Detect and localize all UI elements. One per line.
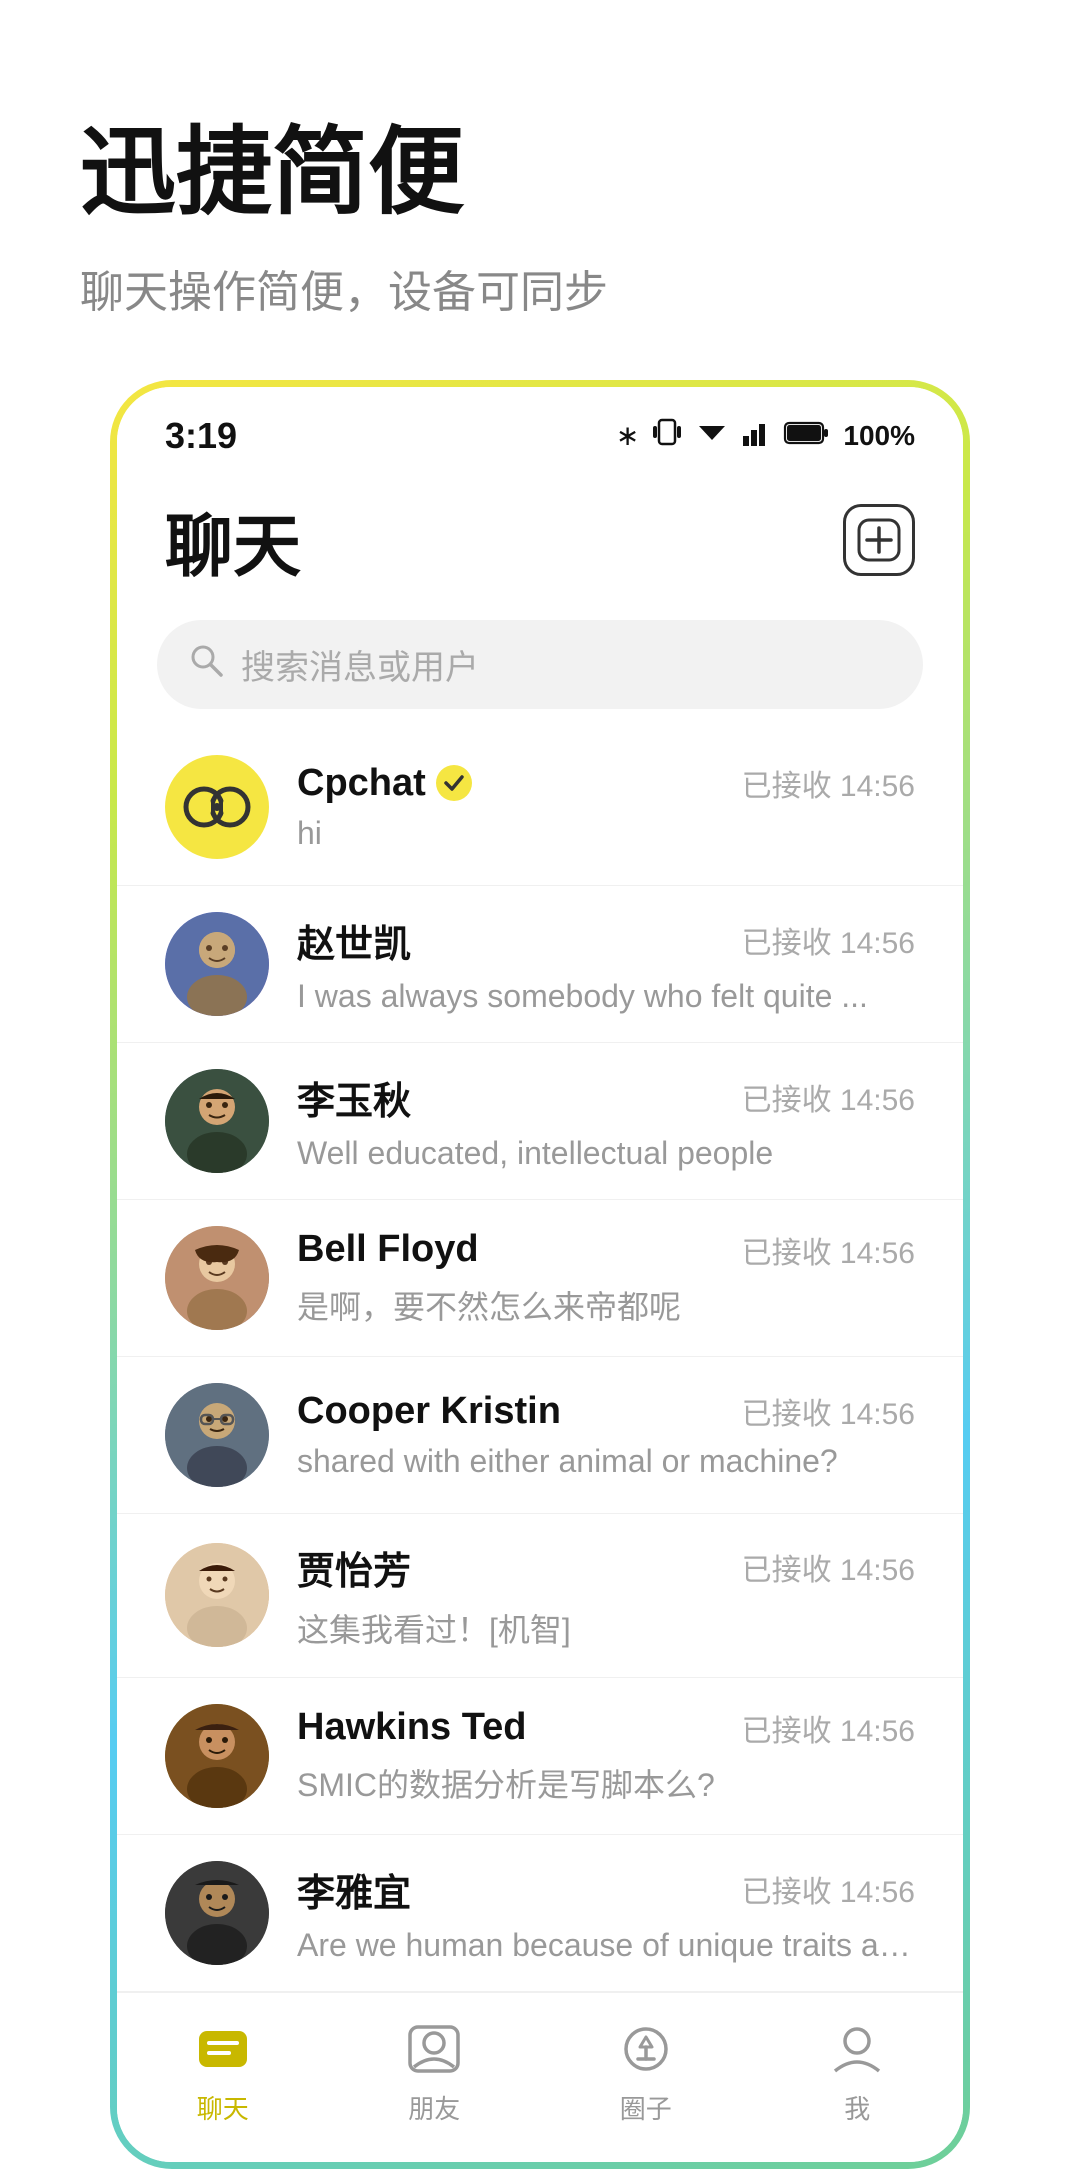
chat-item-li[interactable]: 李玉秋 已接收 14:56 Well educated, intellectua… xyxy=(117,1043,963,1200)
chat-content-hawkins: Hawkins Ted 已接收 14:56 SMIC的数据分析是写脚本么? xyxy=(297,1706,915,1806)
chat-content-bell: Bell Floyd 已接收 14:56 是啊，要不然怎么来帝都呢 xyxy=(297,1228,915,1328)
chat-item-cpchat[interactable]: Cpchat 已接收 14:56 hi xyxy=(117,729,963,886)
status-bar: 3:19 ∗ xyxy=(117,387,963,467)
chat-preview-liya: Are we human because of unique traits an… xyxy=(297,1927,915,1964)
chat-list: Cpchat 已接收 14:56 hi xyxy=(117,729,963,1992)
nav-label-chat: 聊天 xyxy=(197,2089,249,2126)
avatar-hawkins xyxy=(165,1704,269,1808)
chat-time-bell: 已接收 14:56 xyxy=(742,1228,915,1272)
chat-preview-li: Well educated, intellectual people xyxy=(297,1135,915,1172)
search-bar[interactable]: 搜索消息或用户 xyxy=(157,620,923,709)
chat-name-zhao: 赵世凯 xyxy=(297,913,411,968)
nav-icon-circle xyxy=(614,2017,678,2081)
chat-preview-zhao: I was always somebody who felt quite ... xyxy=(297,978,915,1015)
chat-preview-cpchat: hi xyxy=(297,815,915,852)
chat-item-cooper[interactable]: Cooper Kristin 已接收 14:56 shared with eit… xyxy=(117,1357,963,1514)
chat-time-hawkins: 已接收 14:56 xyxy=(742,1706,915,1750)
avatar-cpchat xyxy=(165,755,269,859)
chat-preview-jia: 这集我看过！[机智] xyxy=(297,1605,915,1651)
chat-time-liya: 已接收 14:56 xyxy=(742,1867,915,1911)
nav-label-circle: 圈子 xyxy=(620,2089,672,2126)
chat-name-cpchat: Cpchat xyxy=(297,762,472,805)
avatar-liya xyxy=(165,1861,269,1965)
chat-preview-cooper: shared with either animal or machine? xyxy=(297,1443,915,1480)
nav-icon-friends xyxy=(402,2017,466,2081)
nav-item-friends[interactable]: 朋友 xyxy=(374,2017,494,2126)
status-icons: ∗ xyxy=(616,416,915,455)
nav-item-me[interactable]: 我 xyxy=(797,2017,917,2126)
chat-time-zhao: 已接收 14:56 xyxy=(742,918,915,962)
bluetooth-icon: ∗ xyxy=(616,419,639,452)
nav-item-chat[interactable]: 聊天 xyxy=(163,2017,283,2126)
chat-content-li: 李玉秋 已接收 14:56 Well educated, intellectua… xyxy=(297,1070,915,1172)
chat-name-li: 李玉秋 xyxy=(297,1070,411,1125)
nav-item-circle[interactable]: 圈子 xyxy=(586,2017,706,2126)
nav-icon-me xyxy=(825,2017,889,2081)
chat-item-bell[interactable]: Bell Floyd 已接收 14:56 是啊，要不然怎么来帝都呢 xyxy=(117,1200,963,1357)
chat-name-jia: 贾怡芳 xyxy=(297,1540,411,1595)
chat-content-jia: 贾怡芳 已接收 14:56 这集我看过！[机智] xyxy=(297,1540,915,1651)
avatar-cooper xyxy=(165,1383,269,1487)
nav-label-me: 我 xyxy=(844,2089,870,2126)
battery-percent: 100% xyxy=(843,420,915,452)
chat-content-cooper: Cooper Kristin 已接收 14:56 shared with eit… xyxy=(297,1389,915,1480)
avatar-jia xyxy=(165,1543,269,1647)
app-header: 聊天 xyxy=(117,467,963,610)
bottom-nav: 聊天 朋友 xyxy=(117,1992,963,2162)
chat-content-cpchat: Cpchat 已接收 14:56 hi xyxy=(297,761,915,852)
battery-icon xyxy=(785,420,829,452)
chat-item-zhao[interactable]: 赵世凯 已接收 14:56 I was always somebody who … xyxy=(117,886,963,1043)
chat-item-jia[interactable]: 贾怡芳 已接收 14:56 这集我看过！[机智] xyxy=(117,1514,963,1678)
nav-icon-chat xyxy=(191,2017,255,2081)
chat-preview-hawkins: SMIC的数据分析是写脚本么? xyxy=(297,1760,915,1806)
chat-item-liya[interactable]: 李雅宜 已接收 14:56 Are we human because of un… xyxy=(117,1835,963,1992)
search-icon xyxy=(189,643,223,686)
chat-name-liya: 李雅宜 xyxy=(297,1862,411,1917)
vibrate-icon xyxy=(653,416,681,455)
page-subtitle: 聊天操作简便，设备可同步 xyxy=(80,256,1000,320)
signal-icon xyxy=(743,418,771,453)
chat-time-jia: 已接收 14:56 xyxy=(742,1545,915,1589)
chat-name-hawkins: Hawkins Ted xyxy=(297,1706,526,1749)
search-placeholder-text: 搜索消息或用户 xyxy=(241,640,479,689)
avatar-zhao xyxy=(165,912,269,1016)
chat-top-row: Cpchat 已接收 14:56 xyxy=(297,761,915,805)
chat-preview-bell: 是啊，要不然怎么来帝都呢 xyxy=(297,1282,915,1328)
wifi-icon xyxy=(695,418,729,453)
chat-item-hawkins[interactable]: Hawkins Ted 已接收 14:56 SMIC的数据分析是写脚本么? xyxy=(117,1678,963,1835)
chat-content-zhao: 赵世凯 已接收 14:56 I was always somebody who … xyxy=(297,913,915,1015)
avatar-bell xyxy=(165,1226,269,1330)
chat-name-cooper: Cooper Kristin xyxy=(297,1390,561,1433)
phone-frame: 3:19 ∗ xyxy=(110,380,970,2169)
chat-time-cooper: 已接收 14:56 xyxy=(742,1389,915,1433)
avatar-li xyxy=(165,1069,269,1173)
phone-screen: 3:19 ∗ xyxy=(117,387,963,2162)
status-time: 3:19 xyxy=(165,415,237,457)
chat-content-liya: 李雅宜 已接收 14:56 Are we human because of un… xyxy=(297,1862,915,1964)
verified-badge-cpchat xyxy=(436,765,472,801)
page-header: 迅捷简便 聊天操作简便，设备可同步 xyxy=(0,0,1080,380)
add-chat-button[interactable] xyxy=(843,504,915,576)
app-title: 聊天 xyxy=(165,491,301,590)
chat-time-cpchat: 已接收 14:56 xyxy=(742,761,915,805)
nav-label-friends: 朋友 xyxy=(408,2089,460,2126)
chat-time-li: 已接收 14:56 xyxy=(742,1075,915,1119)
page-title: 迅捷简便 xyxy=(80,120,1000,226)
chat-name-bell: Bell Floyd xyxy=(297,1228,479,1271)
